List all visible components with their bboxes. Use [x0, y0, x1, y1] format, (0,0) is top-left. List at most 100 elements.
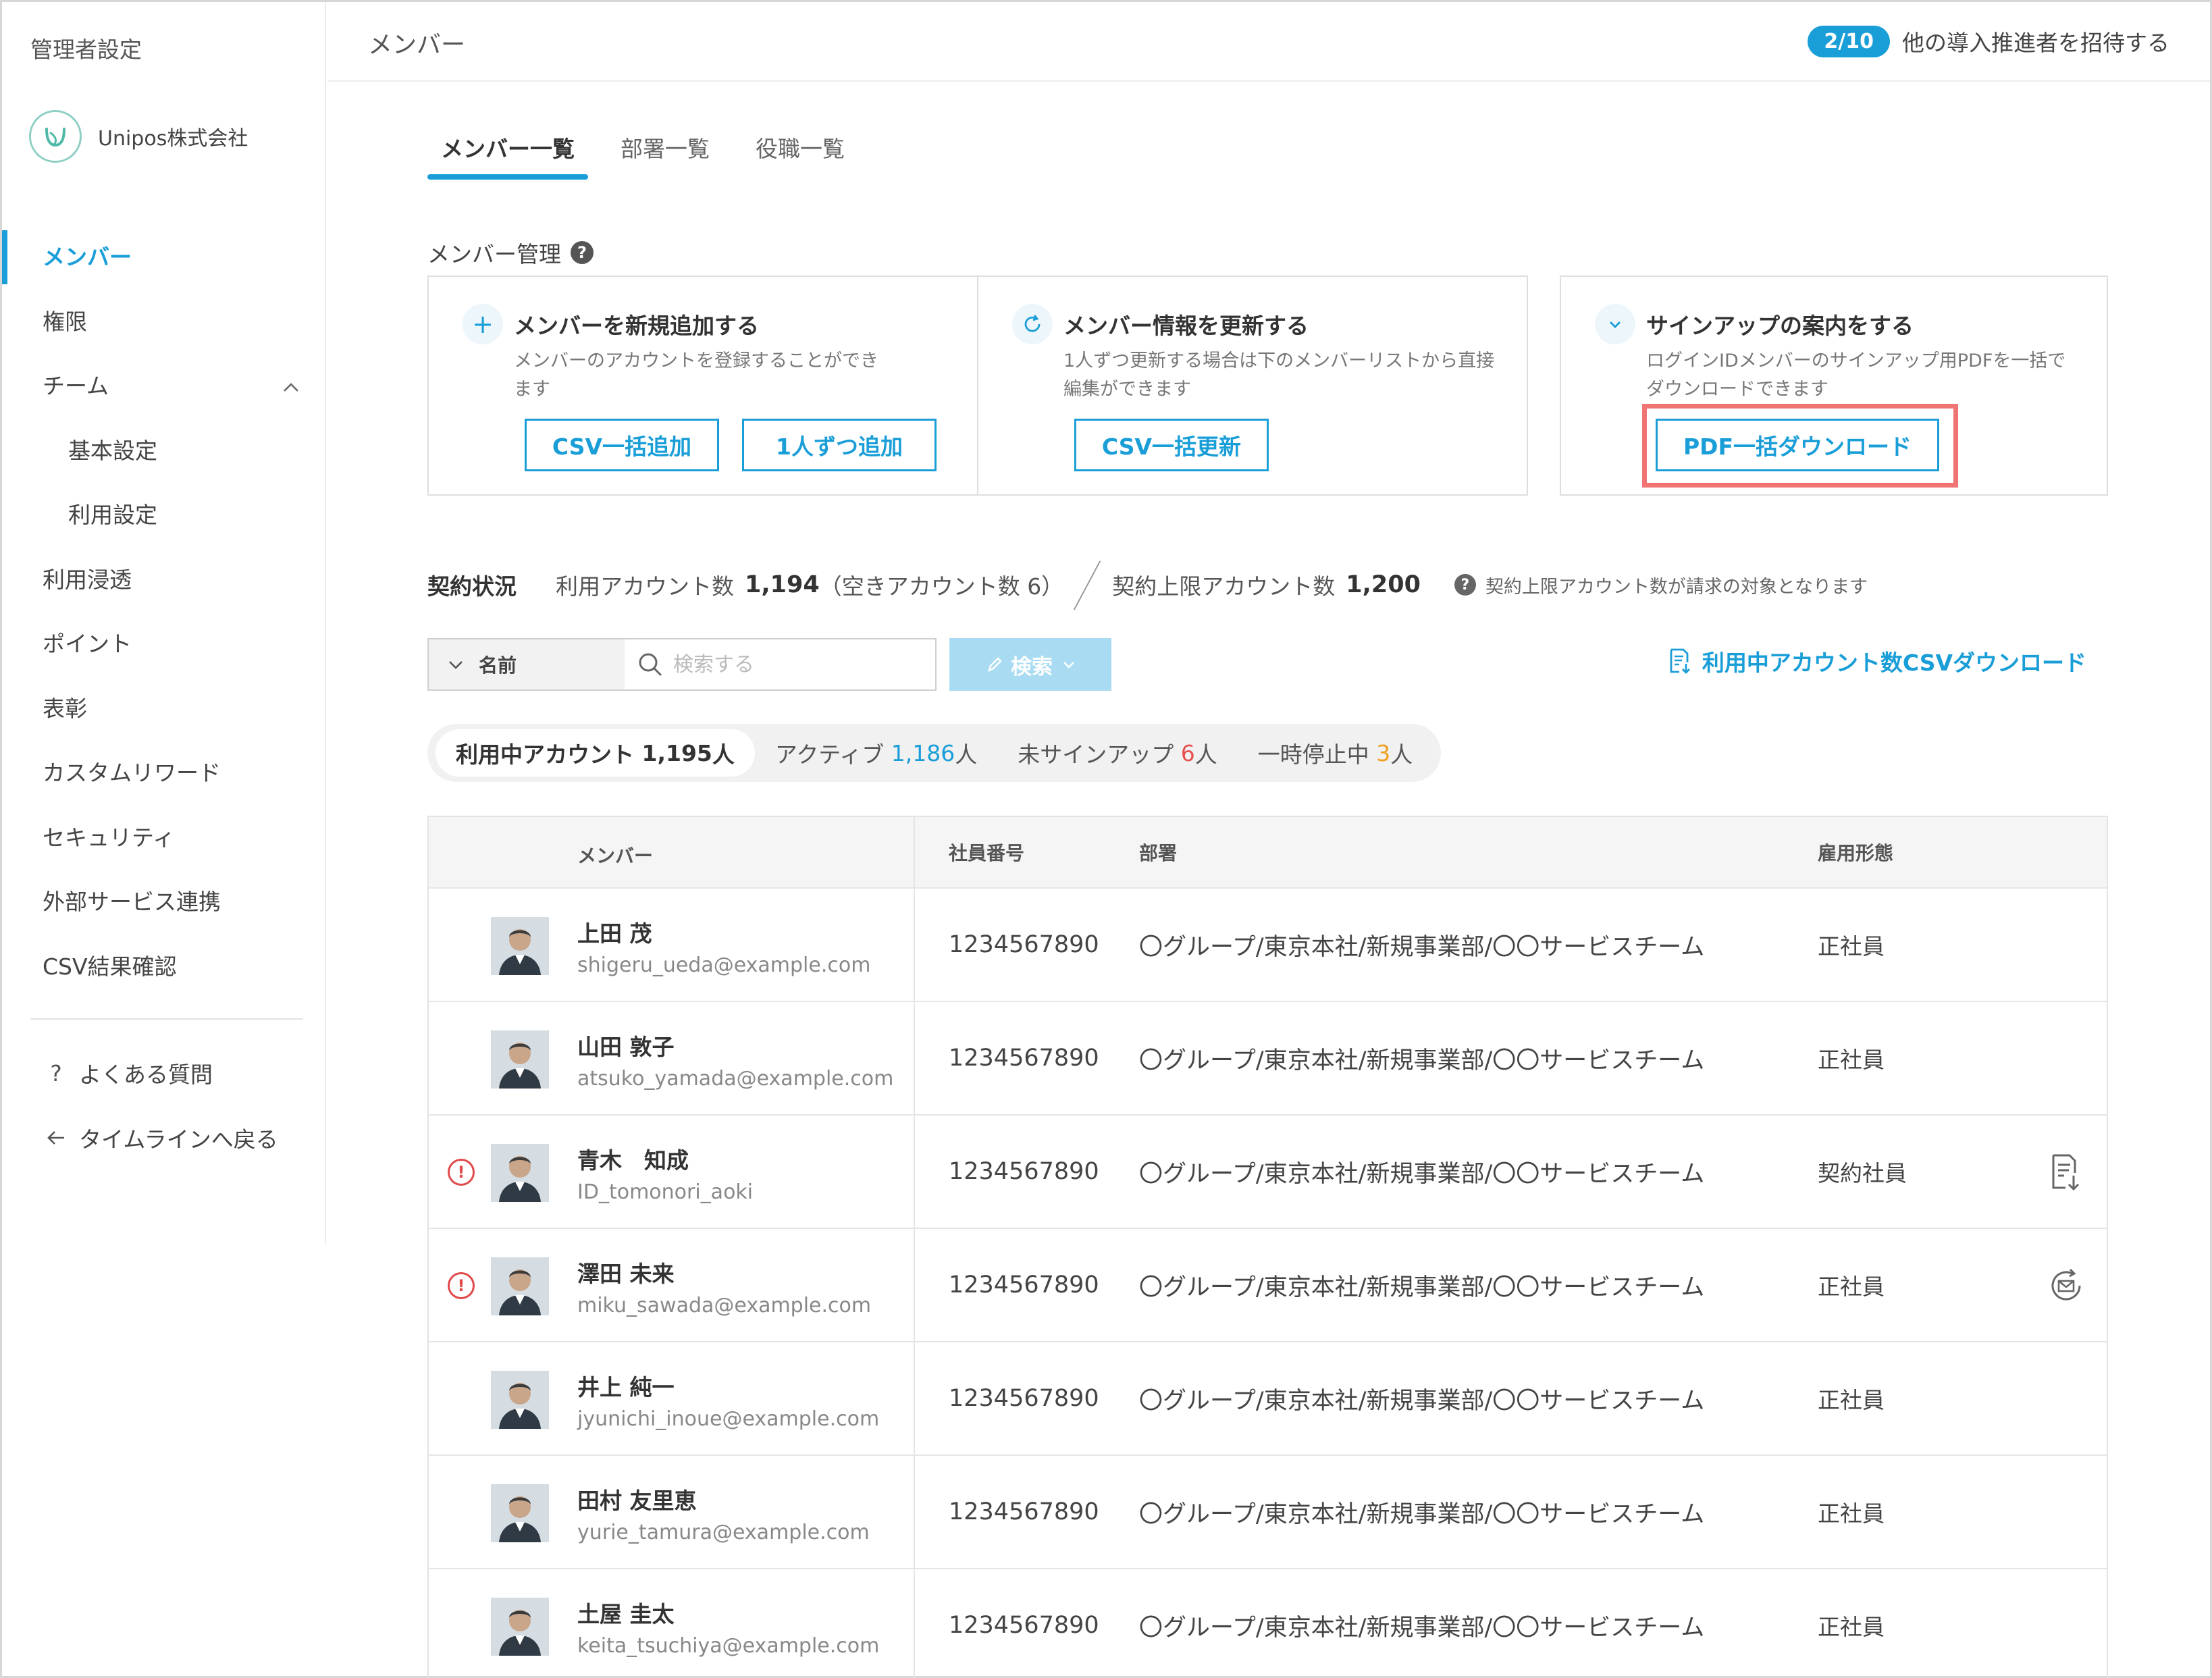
sidebar-item-label: チーム: [43, 373, 109, 399]
employee-number: 1234567890: [949, 1271, 1099, 1299]
sidebar-item-custom-rewards[interactable]: カスタムリワード: [2, 741, 326, 806]
invite-text: 他の導入推進者を招待する: [1902, 30, 2169, 56]
check-icon: [1595, 304, 1635, 344]
sidebar-item-usage-settings[interactable]: 利用設定: [2, 483, 326, 548]
organization[interactable]: Unipos株式会社: [29, 110, 248, 163]
table-body: 上田 茂 shigeru_ueda@example.com 1234567890…: [429, 887, 2107, 1678]
card-description: ログインIDメンバーのサインアップ用PDFを一括でダウンロードできます: [1646, 350, 2066, 400]
filter-count: 1,195: [641, 739, 712, 766]
member-email: yurie_tamura@example.com: [577, 1521, 870, 1544]
filter-in-use[interactable]: 利用中アカウント 1,195 人: [436, 729, 755, 777]
filter-unit: 人: [1390, 741, 1413, 768]
filter-label: 未サインアップ: [1018, 741, 1174, 768]
highlight-box: [1642, 404, 1958, 488]
warning-icon: !: [448, 1272, 475, 1299]
back-to-timeline-link[interactable]: タイムラインへ戻る: [43, 1122, 278, 1154]
employee-number: 1234567890: [949, 1385, 1099, 1412]
table-row[interactable]: 上田 茂 shigeru_ueda@example.com 1234567890…: [429, 887, 2107, 1001]
card-description: メンバーのアカウントを登録することができます: [514, 350, 878, 400]
faq-label: よくある質問: [79, 1061, 213, 1088]
filter-not-signed-up[interactable]: 未サインアップ 6人: [997, 729, 1238, 777]
table-row[interactable]: 山田 敦子 atsuko_yamada@example.com 12345678…: [429, 1001, 2107, 1114]
filter-count: 1,186: [891, 739, 955, 766]
employment-type: 正社員: [1818, 1614, 1885, 1640]
contract-label: 契約状況: [427, 573, 517, 600]
sidebar-item-awards[interactable]: 表彰: [2, 677, 326, 741]
employee-number: 1234567890: [949, 931, 1099, 958]
member-cell: 土屋 圭太 keita_tsuchiya@example.com: [429, 1569, 915, 1678]
tab-position-list[interactable]: 役職一覧: [742, 123, 858, 180]
card-title: メンバー情報を更新する: [1063, 313, 1309, 339]
help-icon[interactable]: ?: [1454, 574, 1476, 596]
member-email: ID_tomonori_aoki: [577, 1180, 754, 1204]
sidebar-item-members[interactable]: メンバー: [2, 225, 326, 290]
sidebar-item-integrations[interactable]: 外部サービス連携: [2, 870, 326, 935]
limit-accounts-value: 1,200: [1346, 571, 1421, 598]
member-cell: ! 澤田 未来 miku_sawada@example.com: [429, 1229, 915, 1341]
employment-type: 正社員: [1818, 1047, 1885, 1073]
member-email: shigeru_ueda@example.com: [577, 953, 871, 977]
invite-count-badge: 2/10: [1808, 25, 1890, 57]
resend-mail-icon[interactable]: [2045, 1264, 2088, 1307]
department: 〇グループ/東京本社/新規事業部/〇〇サービスチーム: [1139, 1500, 1705, 1528]
filter-label: 一時停止中: [1257, 741, 1369, 768]
question-icon: ?: [50, 1059, 62, 1086]
sidebar-item-team[interactable]: チーム: [2, 354, 326, 419]
table-row[interactable]: ! 青木 知成 ID_tomonori_aoki 1234567890 〇グルー…: [429, 1114, 2107, 1228]
search-input[interactable]: [673, 652, 930, 677]
invite-promoters-link[interactable]: 2/10 他の導入推進者を招待する: [1808, 25, 2169, 57]
department: 〇グループ/東京本社/新規事業部/〇〇サービスチーム: [1139, 1387, 1705, 1415]
filter-suspended[interactable]: 一時停止中 3人: [1238, 729, 1433, 777]
table-row[interactable]: ! 澤田 未来 miku_sawada@example.com 12345678…: [429, 1228, 2107, 1341]
employee-number: 1234567890: [949, 1498, 1099, 1525]
tab-member-list[interactable]: メンバー一覧: [427, 123, 588, 180]
department: 〇グループ/東京本社/新規事業部/〇〇サービスチーム: [1139, 1274, 1705, 1301]
table-row[interactable]: 田村 友里恵 yurie_tamura@example.com 12345678…: [429, 1454, 2107, 1568]
search-icon: [639, 653, 662, 677]
member-email: keita_tsuchiya@example.com: [577, 1634, 880, 1658]
tab-department-list[interactable]: 部署一覧: [607, 123, 723, 180]
search-field-select[interactable]: 名前: [429, 639, 625, 689]
filter-active[interactable]: アクティブ 1,186 人: [755, 729, 997, 777]
table-row[interactable]: 土屋 圭太 keita_tsuchiya@example.com 1234567…: [429, 1568, 2107, 1678]
csv-bulk-update-button[interactable]: CSV一括更新: [1074, 419, 1269, 471]
member-cell: ! 青木 知成 ID_tomonori_aoki: [429, 1116, 915, 1228]
chevron-down-icon: [1063, 662, 1074, 668]
page-title: メンバー: [368, 31, 466, 59]
csv-bulk-add-button[interactable]: CSV一括追加: [525, 419, 719, 471]
table-header: メンバー 社員番号 部署 雇用形態: [429, 817, 2107, 887]
avatar: [491, 1144, 549, 1202]
filter-label: 利用中アカウント: [456, 741, 634, 768]
help-icon[interactable]: ?: [571, 241, 594, 264]
sidebar-divider: [30, 1018, 303, 1020]
search-bar: 名前: [427, 638, 937, 691]
sidebar-item-basic-settings[interactable]: 基本設定: [2, 419, 326, 483]
account-csv-download-link[interactable]: 利用中アカウント数CSVダウンロード: [1667, 645, 2086, 677]
sidebar-item-security[interactable]: セキュリティ: [2, 806, 326, 870]
top-bar: メンバー 2/10 他の導入推進者を招待する: [327, 2, 2210, 82]
employment-type: 正社員: [1818, 1387, 1885, 1413]
filter-unit: 人: [1194, 741, 1217, 768]
plus-icon: +: [463, 304, 503, 344]
department: 〇グループ/東京本社/新規事業部/〇〇サービスチーム: [1139, 1160, 1705, 1188]
member-name: 井上 純一: [577, 1374, 675, 1400]
faq-link[interactable]: ? よくある質問: [43, 1057, 213, 1089]
avatar: [491, 1598, 549, 1656]
avatar: [491, 1484, 549, 1542]
table-row[interactable]: 井上 純一 jyunichi_inoue@example.com 1234567…: [429, 1341, 2107, 1454]
sidebar-item-points[interactable]: ポイント: [2, 612, 326, 677]
sidebar-item-adoption[interactable]: 利用浸透: [2, 548, 326, 612]
add-one-by-one-button[interactable]: 1人ずつ追加: [742, 419, 937, 471]
organization-name: Unipos株式会社: [98, 127, 248, 151]
employment-type: 正社員: [1818, 1500, 1885, 1527]
member-name: 田村 友里恵: [577, 1488, 697, 1514]
pdf-download-icon[interactable]: [2045, 1151, 2088, 1194]
member-cell: 田村 友里恵 yurie_tamura@example.com: [429, 1456, 915, 1568]
update-member-card: メンバー情報を更新する 1人ずつ更新する場合は下のメンバーリストから直接編集がで…: [977, 277, 1527, 494]
sidebar-item-permissions[interactable]: 権限: [2, 290, 326, 355]
header-employment-type: 雇用形態: [1818, 842, 1894, 864]
sidebar-item-csv-results[interactable]: CSV結果確認: [2, 935, 326, 999]
member-table: メンバー 社員番号 部署 雇用形態 上田 茂 shigeru_ueda@exam…: [427, 816, 2108, 1678]
search-button[interactable]: 検索: [949, 638, 1111, 691]
filter-count: 6: [1180, 739, 1195, 766]
